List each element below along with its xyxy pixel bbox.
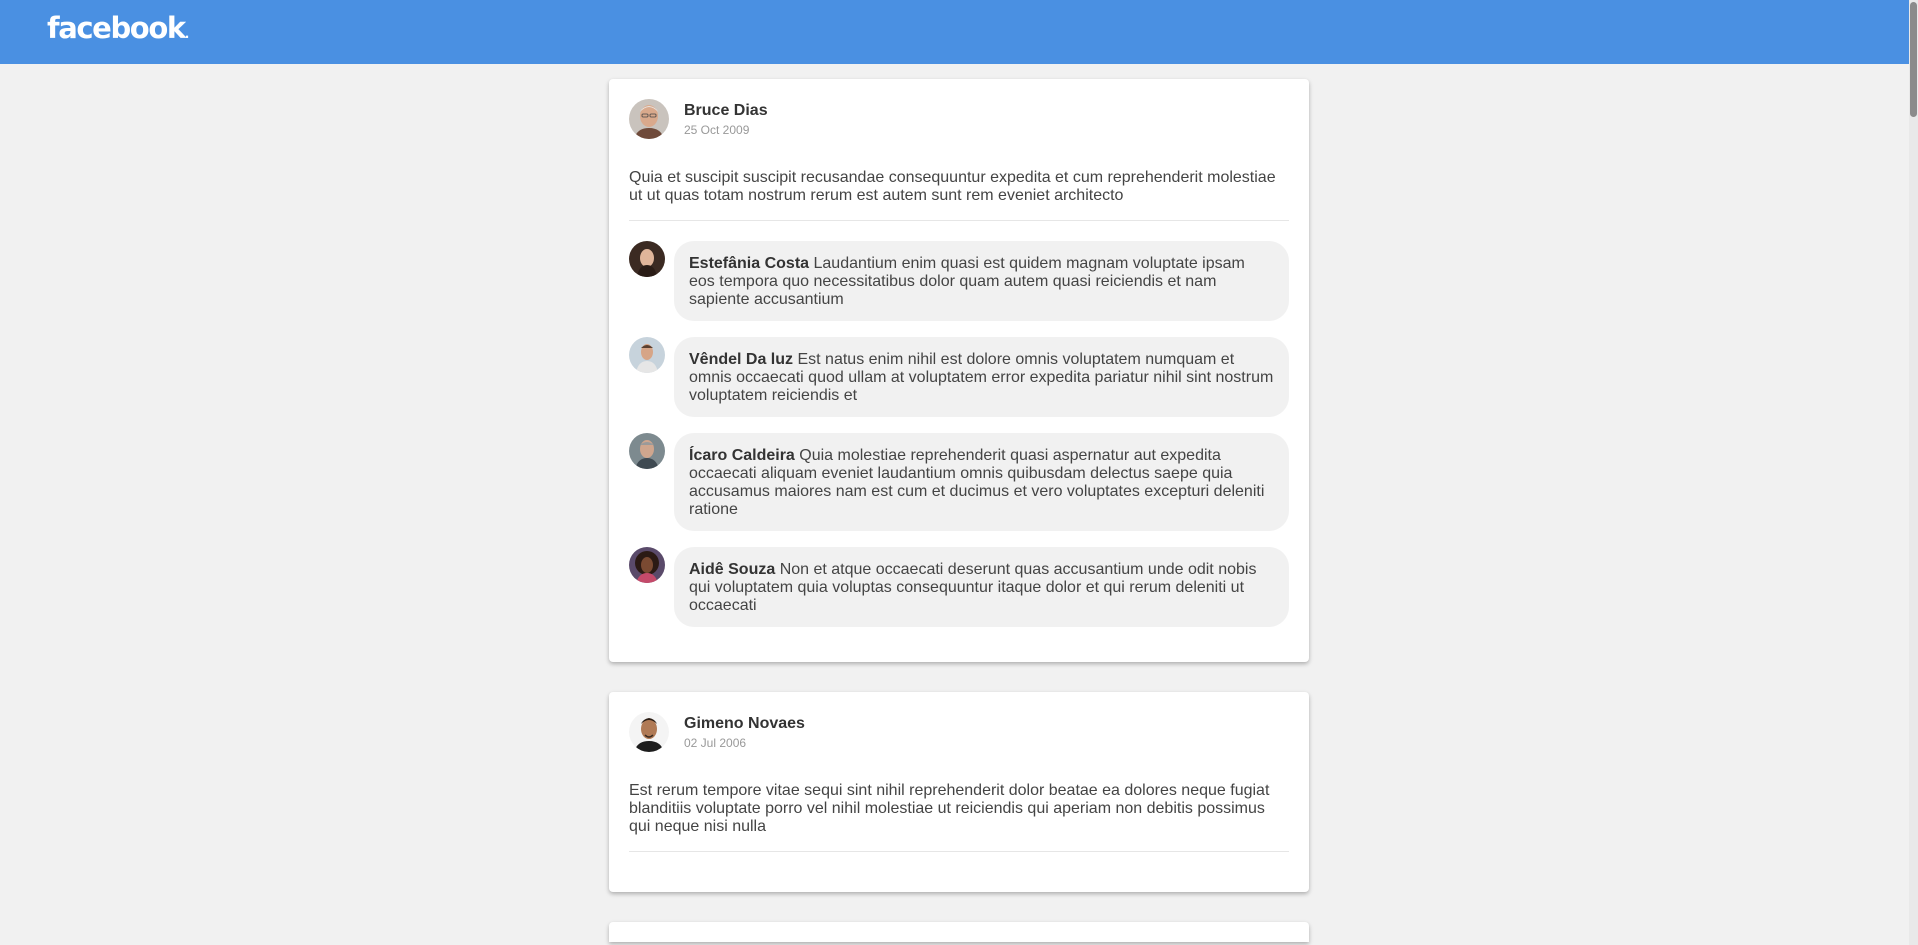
- commenter-avatar[interactable]: [629, 337, 665, 373]
- top-navigation-bar: facebook.: [0, 0, 1910, 64]
- scrollbar-thumb[interactable]: [1910, 2, 1917, 117]
- logo-dot: .: [184, 27, 190, 41]
- avatar-photo-icon: [629, 712, 669, 752]
- comment-item: Aidê Souza Non et atque occaecati deseru…: [629, 547, 1289, 627]
- facebook-logo[interactable]: facebook.: [47, 11, 189, 45]
- author-avatar[interactable]: [629, 99, 669, 139]
- comment-author[interactable]: Vêndel Da luz: [689, 351, 793, 368]
- avatar-photo-icon: [629, 337, 665, 373]
- post-header: Gimeno Novaes 02 Jul 2006: [629, 712, 1289, 752]
- post-date: 25 Oct 2009: [684, 122, 750, 137]
- post-author-name[interactable]: Gimeno Novaes: [684, 714, 805, 734]
- avatar-photo-icon: [629, 99, 669, 139]
- comment-bubble: Estefânia Costa Laudantium enim quasi es…: [674, 241, 1289, 321]
- comment-author[interactable]: Estefânia Costa: [689, 255, 809, 272]
- avatar-photo-icon: [629, 433, 665, 469]
- post-header: Bruce Dias 25 Oct 2009: [629, 99, 1289, 139]
- post-card: Bruce Dias 25 Oct 2009 Quia et suscipit …: [609, 79, 1309, 662]
- avatar-photo-icon: [629, 241, 665, 277]
- comment-bubble: Aidê Souza Non et atque occaecati deseru…: [674, 547, 1289, 627]
- comment-bubble: Ícaro Caldeira Quia molestiae reprehende…: [674, 433, 1289, 531]
- news-feed: Bruce Dias 25 Oct 2009 Quia et suscipit …: [609, 79, 1309, 942]
- vertical-scrollbar[interactable]: [1909, 0, 1918, 945]
- comment-author[interactable]: Ícaro Caldeira: [689, 447, 795, 464]
- post-body-text: Est rerum tempore vitae sequi sint nihil…: [629, 782, 1289, 852]
- post-card: [609, 922, 1309, 942]
- post-date: 02 Jul 2006: [684, 735, 747, 750]
- post-author-name[interactable]: Bruce Dias: [684, 101, 768, 121]
- comment-author[interactable]: Aidê Souza: [689, 561, 775, 578]
- comment-item: Vêndel Da luz Est natus enim nihil est d…: [629, 337, 1289, 417]
- post-card: Gimeno Novaes 02 Jul 2006 Est rerum temp…: [609, 692, 1309, 892]
- comment-item: Ícaro Caldeira Quia molestiae reprehende…: [629, 433, 1289, 531]
- comment-bubble: Vêndel Da luz Est natus enim nihil est d…: [674, 337, 1289, 417]
- commenter-avatar[interactable]: [629, 547, 665, 583]
- post-body-text: Quia et suscipit suscipit recusandae con…: [629, 169, 1289, 221]
- comments-list: Estefânia Costa Laudantium enim quasi es…: [629, 221, 1289, 627]
- avatar-photo-icon: [629, 547, 665, 583]
- logo-text: facebook: [47, 11, 186, 45]
- author-avatar[interactable]: [629, 712, 669, 752]
- comment-text: Non et atque occaecati deserunt quas acc…: [689, 561, 1257, 614]
- comment-item: Estefânia Costa Laudantium enim quasi es…: [629, 241, 1289, 321]
- commenter-avatar[interactable]: [629, 433, 665, 469]
- commenter-avatar[interactable]: [629, 241, 665, 277]
